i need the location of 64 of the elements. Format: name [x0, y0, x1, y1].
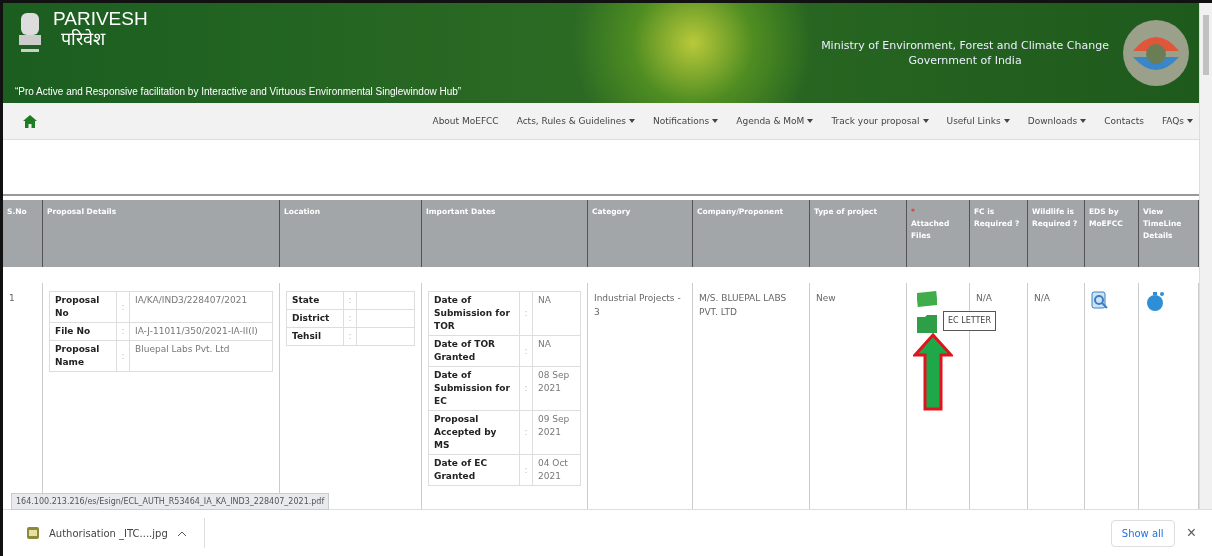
image-file-icon — [27, 527, 39, 539]
search-document-icon[interactable] — [1091, 290, 1109, 309]
colon: : — [343, 309, 357, 327]
field-label: Date of Submission for TOR — [428, 291, 520, 335]
home-icon[interactable] — [23, 114, 37, 128]
field-value: 09 Sep 2021 — [532, 410, 581, 454]
ministry-name: Ministry of Environment, Forest and Climate Change — [821, 38, 1109, 53]
scrollbar[interactable] — [1199, 3, 1212, 509]
nav-link[interactable]: Acts, Rules & Guidelines — [516, 116, 635, 126]
colon: : — [343, 291, 357, 309]
chevron-up-icon[interactable] — [177, 530, 186, 536]
site-name-hindi: परिवेश — [61, 29, 107, 49]
field-label: Proposal No — [49, 291, 117, 322]
caret-icon — [712, 119, 719, 123]
colon: : — [519, 335, 533, 366]
field-value: IA-J-11011/350/2021-IA-II(I) — [129, 322, 273, 340]
download-filename[interactable]: Authorisation _ITC....jpg — [49, 527, 168, 539]
caret-icon — [1003, 119, 1010, 123]
tagline: “Pro Active and Responsive facilitation by Interactive and Virtuous Environmental Singlewindow Hub” — [15, 86, 463, 97]
field-label: Date of Submission for EC — [428, 366, 520, 410]
field-value: 08 Sep 2021 — [532, 366, 581, 410]
nav-link[interactable]: Agenda & MoM — [736, 116, 814, 126]
colon: : — [519, 366, 533, 410]
nav-link[interactable]: Contacts — [1104, 116, 1144, 126]
site-name: PARIVESH — [53, 9, 148, 29]
nav-link[interactable]: Downloads — [1027, 116, 1087, 126]
nav-link[interactable]: Useful Links — [946, 116, 1010, 126]
caret-icon — [628, 119, 635, 123]
caret-icon — [1080, 119, 1087, 123]
colon: : — [116, 322, 130, 340]
field-value: NA — [532, 291, 581, 335]
show-all-button[interactable]: Show all — [1110, 519, 1175, 547]
field-label: Tehsil — [286, 327, 344, 345]
field-value: NA — [532, 335, 581, 366]
colon: : — [116, 340, 130, 371]
field-label: Proposal Name — [49, 340, 117, 371]
field-value: IA/KA/IND3/228407/2021 — [129, 291, 273, 322]
colon: : — [519, 410, 533, 454]
government-name: Government of India — [908, 53, 1022, 68]
close-button[interactable]: × — [1180, 523, 1202, 543]
nav-link[interactable]: Track your proposal — [831, 116, 929, 126]
field-label: Date of EC Granted — [428, 454, 520, 485]
field-label: District — [286, 309, 344, 327]
nav-link[interactable]: FAQs — [1161, 116, 1193, 126]
colon: : — [343, 327, 357, 345]
status-url: 164.100.213.216/es/Esign/ECL_AUTH_R53464_IA_KA_IND3_228407_2021.pdf — [11, 493, 330, 510]
nav-link[interactable]: About MoEFCC — [432, 116, 499, 126]
caret-icon — [1187, 119, 1193, 123]
caret-icon — [922, 119, 929, 123]
file-icon[interactable] — [917, 290, 937, 307]
tooltip: EC LETTER — [943, 310, 996, 331]
field-label: Date of TOR Granted — [428, 335, 520, 366]
field-value: 04 Oct 2021 — [532, 454, 581, 485]
folder-icon[interactable] — [917, 312, 937, 333]
field-value: Bluepal Labs Pvt. Ltd — [129, 340, 273, 371]
field-label: State — [286, 291, 344, 309]
caret-icon — [807, 119, 814, 123]
field-label: Proposal Accepted by MS — [428, 410, 520, 454]
colon: : — [519, 454, 533, 485]
colon: : — [519, 291, 533, 335]
colon: : — [116, 291, 130, 322]
nav-link[interactable]: Notifications — [652, 116, 719, 126]
stopwatch-icon[interactable] — [1145, 290, 1165, 311]
field-label: File No — [49, 322, 117, 340]
